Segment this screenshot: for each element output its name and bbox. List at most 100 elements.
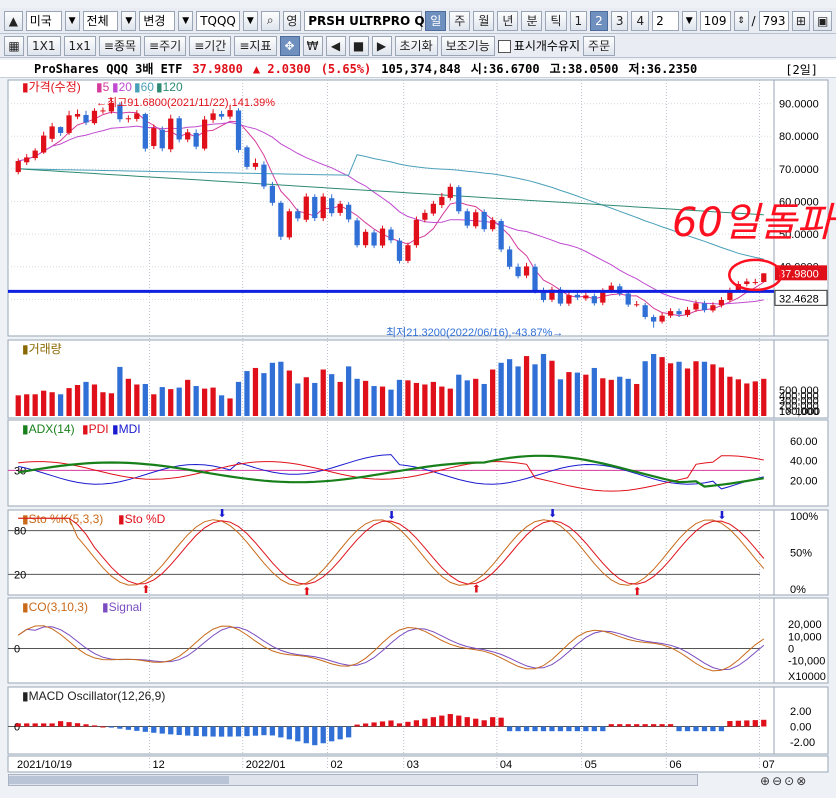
zoom-reset-icon[interactable]: ⊗ <box>796 774 806 788</box>
macd-bar <box>693 726 699 732</box>
volume-bar <box>185 379 191 416</box>
step-back-icon[interactable]: ◀ <box>325 35 346 56</box>
count-select[interactable]: 2 <box>652 10 679 31</box>
symbol-input[interactable]: TQQQ <box>196 10 240 31</box>
filter-select[interactable]: 전체 <box>82 10 119 31</box>
search-icon[interactable]: ⌕ <box>260 10 280 31</box>
market-select[interactable]: 미국 <box>25 10 62 31</box>
indicator-tool-button[interactable]: ≡ 지표 <box>234 35 277 56</box>
macd-bar <box>473 718 479 727</box>
x-tick-label: 05 <box>585 759 597 771</box>
bars-spin-icon[interactable]: ⇕ <box>733 10 749 31</box>
volume-bar <box>617 376 623 416</box>
period-month-button[interactable]: 월 <box>473 10 495 31</box>
buy-arrow-icon: ⬆ <box>141 584 150 596</box>
layout-button[interactable]: 1X1 <box>27 35 61 56</box>
change-dropdown-icon[interactable]: ▼ <box>178 10 194 31</box>
volume-legend: ▮거래량 <box>22 342 62 356</box>
nav-up-button[interactable]: ▲ <box>4 10 23 31</box>
keep-count-checkbox[interactable]: 표시개수유지 <box>497 37 580 54</box>
count-4-button[interactable]: 4 <box>631 10 650 31</box>
period-minute-button[interactable]: 분 <box>521 10 543 31</box>
volume-bar <box>608 379 614 416</box>
period-tool-button[interactable]: ≡ 주기 <box>144 35 187 56</box>
stop-icon[interactable]: ■ <box>348 35 369 56</box>
count-dropdown-icon[interactable]: ▼ <box>681 10 697 31</box>
count-1-button[interactable]: 1 <box>569 10 588 31</box>
symbol-dropdown-icon[interactable]: ▼ <box>242 10 258 31</box>
layout2-button[interactable]: 1x1 <box>63 35 96 56</box>
change-select[interactable]: 변경 <box>139 10 176 31</box>
period-week-button[interactable]: 주 <box>449 10 471 31</box>
candle-body <box>473 212 479 227</box>
candle-body <box>32 150 38 159</box>
sell-arrow-icon: ⬇ <box>717 510 726 522</box>
play-icon[interactable]: ▶ <box>371 35 392 56</box>
period-tick-button[interactable]: 틱 <box>545 10 567 31</box>
main-toolbar: ▲ 미국 ▼ 전체 ▼ 변경 ▼ TQQQ ▼ ⌕ 영 PRSH ULTRPRO… <box>0 8 836 34</box>
volume-bar <box>57 394 64 416</box>
symbol-tool-button[interactable]: ≡ 종목 <box>98 35 142 56</box>
candle-body <box>159 129 165 149</box>
market-dropdown-icon[interactable]: ▼ <box>64 10 80 31</box>
zoom-controls: ⊕ ⊖ ⊙ ⊗ <box>760 774 806 788</box>
english-toggle-button[interactable]: 영 <box>282 10 302 31</box>
currency-icon[interactable]: ₩ <box>302 35 323 56</box>
line-price-label: 32.4628 <box>779 293 819 305</box>
macd-bar <box>74 723 81 727</box>
save-icon[interactable]: ▣ <box>813 10 832 31</box>
macd-bar <box>761 719 767 727</box>
co-y-tick: 10,000 <box>788 631 822 643</box>
volume-bar <box>566 372 572 416</box>
sto-y-tick: 50% <box>790 548 812 560</box>
checkbox-icon[interactable] <box>497 40 511 53</box>
aux-function-button[interactable]: 보조기능 <box>440 35 495 56</box>
move-cross-icon[interactable]: ✥ <box>279 35 300 56</box>
volume-bar <box>235 381 242 416</box>
macd-bar <box>83 724 89 727</box>
sto-ref-lo: 20 <box>14 569 26 581</box>
volume-bar <box>490 369 496 416</box>
volume-bar <box>66 388 72 416</box>
macd-bar <box>108 726 115 728</box>
macd-bar <box>651 724 657 727</box>
volume-bar <box>481 383 487 416</box>
candle-body <box>693 303 699 310</box>
volume-bar <box>744 383 750 416</box>
macd-bar <box>176 726 182 736</box>
macd-bar <box>134 726 140 731</box>
add-chart-icon[interactable]: ⊞ <box>791 10 811 31</box>
volume-bar <box>710 364 716 416</box>
period-year-button[interactable]: 년 <box>497 10 519 31</box>
macd-bar <box>625 724 631 727</box>
volume-bar <box>540 354 547 416</box>
volume-bar <box>227 398 233 416</box>
macd-bar <box>549 726 555 732</box>
candle-body <box>718 300 725 306</box>
candle-body <box>600 291 606 303</box>
scrollbar-thumb[interactable] <box>9 776 229 784</box>
count-2-button[interactable]: 2 <box>590 10 608 31</box>
horizontal-scrollbar[interactable] <box>8 774 698 786</box>
count-3-button[interactable]: 3 <box>610 10 629 31</box>
macd-bar <box>634 724 640 727</box>
grid-layout-icon[interactable]: ▦ <box>4 35 24 56</box>
range-tool-button[interactable]: ≡ 기간 <box>189 35 232 56</box>
order-button[interactable]: 주문 <box>583 35 616 56</box>
reset-button[interactable]: 초기화 <box>394 35 438 56</box>
candle-body <box>396 240 403 261</box>
zoom-in-icon[interactable]: ⊕ <box>760 774 770 788</box>
period-day-button[interactable]: 일 <box>425 10 447 31</box>
filter-dropdown-icon[interactable]: ▼ <box>121 10 137 31</box>
zoom-out-icon[interactable]: ⊖ <box>772 774 782 788</box>
macd-bar <box>557 726 564 732</box>
candle-body <box>125 118 131 120</box>
macd-bar <box>303 726 309 744</box>
candle-body <box>210 113 216 120</box>
candle-body <box>168 118 174 150</box>
macd-bar <box>337 726 343 740</box>
chart-area[interactable]: 2021/10/19122022/010203040506070890.0000… <box>0 78 836 774</box>
bars-shown-input[interactable]: 109 <box>699 10 731 31</box>
zoom-fit-icon[interactable]: ⊙ <box>784 774 794 788</box>
macd-bar <box>151 726 157 733</box>
